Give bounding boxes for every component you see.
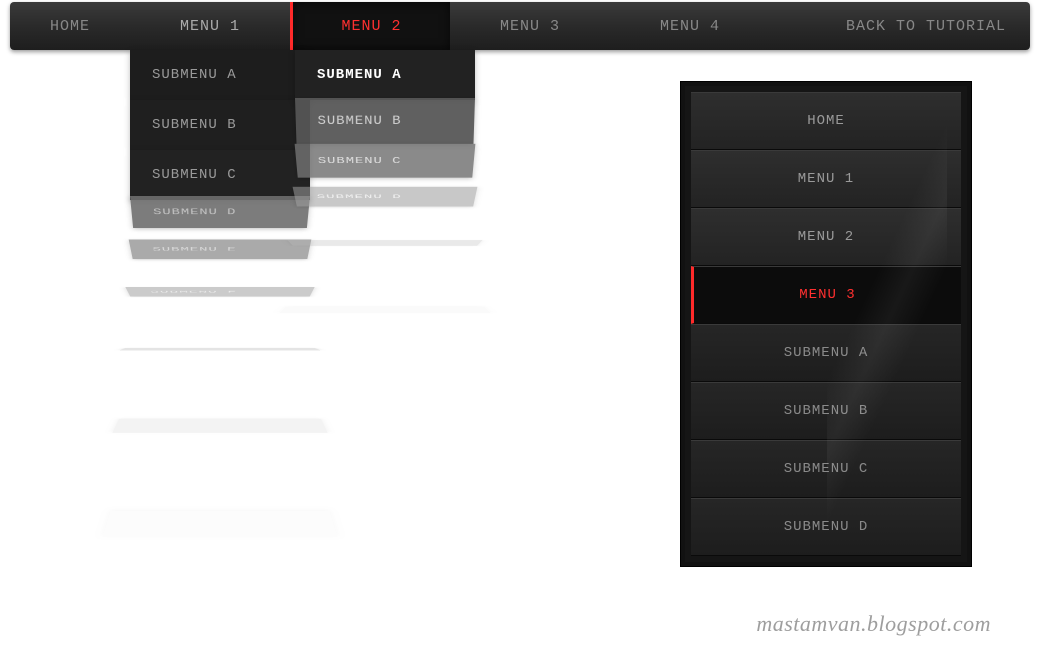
nav-menu-1[interactable]: MENU 1 SUBMENU A SUBMENU B SUBMENU C SUB… <box>130 2 290 50</box>
mobile-nav-menu-2[interactable]: MENU 2 <box>691 208 961 266</box>
nav-menu-2[interactable]: MENU 2 SUBMENU A SUBMENU B SUBMENU C SUB… <box>290 2 450 50</box>
submenu-item[interactable]: SUBMENU D <box>130 196 310 228</box>
nav-back-to-tutorial[interactable]: BACK TO TUTORIAL <box>770 2 1030 50</box>
submenu-item[interactable]: SUBMENU F <box>125 287 314 296</box>
submenu-item-hover[interactable]: SUBMENU A <box>295 50 475 100</box>
mobile-submenu-item[interactable]: SUBMENU B <box>691 382 961 440</box>
mobile-nav-preview: HOME MENU 1 MENU 2 MENU 3 SUBMENU A SUBM… <box>681 82 971 566</box>
submenu-item-folded <box>280 307 490 313</box>
submenu-item-folded <box>288 240 483 246</box>
mobile-submenu-item[interactable]: SUBMENU C <box>691 440 961 498</box>
nav-menu-2-label: MENU 2 <box>341 18 401 35</box>
dropdown-menu-1: SUBMENU A SUBMENU B SUBMENU C SUBMENU D … <box>130 50 310 496</box>
credit-text: mastamvan.blogspot.com <box>756 611 991 637</box>
nav-menu-4[interactable]: MENU 4 <box>610 2 770 50</box>
submenu-item[interactable]: SUBMENU B <box>295 98 475 144</box>
mobile-nav-menu-1[interactable]: MENU 1 <box>691 150 961 208</box>
submenu-item[interactable]: SUBMENU E <box>129 240 312 259</box>
submenu-item-folded <box>120 348 320 350</box>
submenu-item[interactable]: SUBMENU B <box>130 100 310 150</box>
submenu-item-folded <box>112 419 327 433</box>
submenu-item[interactable]: SUBMENU A <box>130 50 310 100</box>
nav-menu-1-label: MENU 1 <box>180 18 240 35</box>
nav-menu-3[interactable]: MENU 3 <box>450 2 610 50</box>
submenu-item[interactable]: SUBMENU C <box>295 144 476 178</box>
mobile-submenu-item[interactable]: SUBMENU A <box>691 324 961 382</box>
dropdown-menu-2: SUBMENU A SUBMENU B SUBMENU C SUBMENU D <box>295 50 475 348</box>
mobile-nav-home[interactable]: HOME <box>691 92 961 150</box>
top-nav: HOME MENU 1 SUBMENU A SUBMENU B SUBMENU … <box>10 2 1030 50</box>
mobile-submenu-item[interactable]: SUBMENU D <box>691 498 961 556</box>
submenu-item-folded <box>103 511 337 537</box>
mobile-nav-menu-3[interactable]: MENU 3 <box>691 266 961 324</box>
submenu-item[interactable]: SUBMENU D <box>293 187 478 207</box>
nav-home[interactable]: HOME <box>10 2 130 50</box>
submenu-item[interactable]: SUBMENU C <box>130 150 310 200</box>
